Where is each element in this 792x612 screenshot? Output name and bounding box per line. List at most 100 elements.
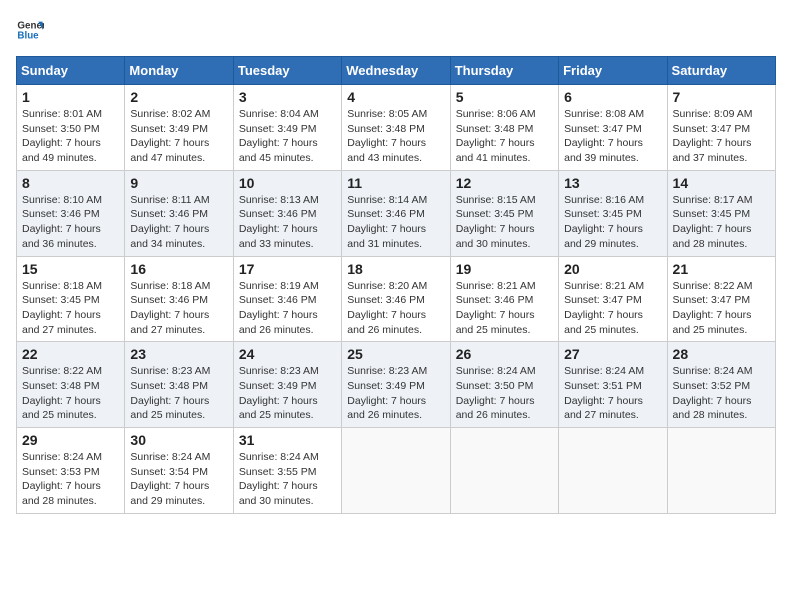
day-number: 26 [456, 346, 553, 362]
calendar-cell: 6 Sunrise: 8:08 AMSunset: 3:47 PMDaylight… [559, 85, 667, 171]
calendar-cell: 29Sunrise: 8:24 AMSunset: 3:53 PMDayligh… [17, 428, 125, 514]
day-info: Sunrise: 8:01 AMSunset: 3:50 PMDaylight:… [22, 107, 119, 166]
calendar-cell: 24 Sunrise: 8:23 AMSunset: 3:49 PMDayligh… [233, 342, 341, 428]
day-info: Sunrise: 8:06 AMSunset: 3:48 PMDaylight:… [456, 107, 553, 166]
calendar-cell: 30Sunrise: 8:24 AMSunset: 3:54 PMDayligh… [125, 428, 233, 514]
day-info: Sunrise: 8:02 AMSunset: 3:49 PMDaylight:… [130, 107, 227, 166]
day-number: 11 [347, 175, 444, 191]
calendar-table: SundayMondayTuesdayWednesdayThursdayFrid… [16, 56, 776, 514]
day-number: 6 [564, 89, 661, 105]
day-info: Sunrise: 8:05 AMSunset: 3:48 PMDaylight:… [347, 107, 444, 166]
day-info: Sunrise: 8:19 AMSunset: 3:46 PMDaylight:… [239, 279, 336, 338]
day-number: 23 [130, 346, 227, 362]
svg-text:Blue: Blue [17, 30, 39, 41]
calendar-cell: 4 Sunrise: 8:05 AMSunset: 3:48 PMDaylight… [342, 85, 450, 171]
day-info: Sunrise: 8:23 AMSunset: 3:49 PMDaylight:… [347, 364, 444, 423]
week-row-3: 15 Sunrise: 8:18 AMSunset: 3:45 PMDayligh… [17, 256, 776, 342]
calendar-header-monday: Monday [125, 57, 233, 85]
day-info: Sunrise: 8:18 AMSunset: 3:46 PMDaylight:… [130, 279, 227, 338]
calendar-header-friday: Friday [559, 57, 667, 85]
calendar-cell: 7Sunrise: 8:09 AMSunset: 3:47 PMDaylight… [667, 85, 775, 171]
logo-icon: General Blue [16, 16, 44, 44]
calendar-cell: 23 Sunrise: 8:23 AMSunset: 3:48 PMDayligh… [125, 342, 233, 428]
calendar-cell: 14 Sunrise: 8:17 AMSunset: 3:45 PMDayligh… [667, 170, 775, 256]
calendar-cell: 17 Sunrise: 8:19 AMSunset: 3:46 PMDayligh… [233, 256, 341, 342]
calendar-header-row: SundayMondayTuesdayWednesdayThursdayFrid… [17, 57, 776, 85]
calendar-cell: 16Sunrise: 8:18 AMSunset: 3:46 PMDayligh… [125, 256, 233, 342]
calendar-cell: 22Sunrise: 8:22 AMSunset: 3:48 PMDayligh… [17, 342, 125, 428]
day-number: 1 [22, 89, 119, 105]
logo: General Blue [16, 16, 44, 44]
day-info: Sunrise: 8:04 AMSunset: 3:49 PMDaylight:… [239, 107, 336, 166]
calendar-cell: 12 Sunrise: 8:15 AMSunset: 3:45 PMDayligh… [450, 170, 558, 256]
day-info: Sunrise: 8:24 AMSunset: 3:50 PMDaylight:… [456, 364, 553, 423]
day-number: 19 [456, 261, 553, 277]
day-number: 14 [673, 175, 770, 191]
day-info: Sunrise: 8:16 AMSunset: 3:45 PMDaylight:… [564, 193, 661, 252]
calendar-cell: 20 Sunrise: 8:21 AMSunset: 3:47 PMDayligh… [559, 256, 667, 342]
day-number: 24 [239, 346, 336, 362]
day-info: Sunrise: 8:24 AMSunset: 3:51 PMDaylight:… [564, 364, 661, 423]
calendar-cell: 2Sunrise: 8:02 AMSunset: 3:49 PMDaylight… [125, 85, 233, 171]
calendar-cell [667, 428, 775, 514]
day-info: Sunrise: 8:22 AMSunset: 3:47 PMDaylight:… [673, 279, 770, 338]
day-info: Sunrise: 8:24 AMSunset: 3:52 PMDaylight:… [673, 364, 770, 423]
week-row-4: 22Sunrise: 8:22 AMSunset: 3:48 PMDayligh… [17, 342, 776, 428]
day-number: 9 [130, 175, 227, 191]
day-info: Sunrise: 8:13 AMSunset: 3:46 PMDaylight:… [239, 193, 336, 252]
calendar-cell: 11 Sunrise: 8:14 AMSunset: 3:46 PMDayligh… [342, 170, 450, 256]
day-number: 30 [130, 432, 227, 448]
day-number: 13 [564, 175, 661, 191]
week-row-2: 8 Sunrise: 8:10 AMSunset: 3:46 PMDaylight… [17, 170, 776, 256]
calendar-cell: 25 Sunrise: 8:23 AMSunset: 3:49 PMDayligh… [342, 342, 450, 428]
calendar-cell [559, 428, 667, 514]
calendar-header-thursday: Thursday [450, 57, 558, 85]
calendar-header-saturday: Saturday [667, 57, 775, 85]
calendar-header-sunday: Sunday [17, 57, 125, 85]
day-number: 10 [239, 175, 336, 191]
calendar-header-wednesday: Wednesday [342, 57, 450, 85]
calendar-cell: 26 Sunrise: 8:24 AMSunset: 3:50 PMDayligh… [450, 342, 558, 428]
day-info: Sunrise: 8:09 AMSunset: 3:47 PMDaylight:… [673, 107, 770, 166]
calendar-header-tuesday: Tuesday [233, 57, 341, 85]
calendar-cell: 8 Sunrise: 8:10 AMSunset: 3:46 PMDaylight… [17, 170, 125, 256]
day-info: Sunrise: 8:22 AMSunset: 3:48 PMDaylight:… [22, 364, 119, 423]
day-number: 12 [456, 175, 553, 191]
day-info: Sunrise: 8:24 AMSunset: 3:55 PMDaylight:… [239, 450, 336, 509]
calendar-cell: 15 Sunrise: 8:18 AMSunset: 3:45 PMDayligh… [17, 256, 125, 342]
day-info: Sunrise: 8:18 AMSunset: 3:45 PMDaylight:… [22, 279, 119, 338]
day-info: Sunrise: 8:23 AMSunset: 3:48 PMDaylight:… [130, 364, 227, 423]
calendar-cell: 5Sunrise: 8:06 AMSunset: 3:48 PMDaylight… [450, 85, 558, 171]
day-info: Sunrise: 8:17 AMSunset: 3:45 PMDaylight:… [673, 193, 770, 252]
day-number: 25 [347, 346, 444, 362]
day-number: 31 [239, 432, 336, 448]
day-info: Sunrise: 8:21 AMSunset: 3:46 PMDaylight:… [456, 279, 553, 338]
day-number: 21 [673, 261, 770, 277]
calendar-cell: 18Sunrise: 8:20 AMSunset: 3:46 PMDayligh… [342, 256, 450, 342]
day-number: 20 [564, 261, 661, 277]
day-number: 27 [564, 346, 661, 362]
calendar-cell: 21 Sunrise: 8:22 AMSunset: 3:47 PMDayligh… [667, 256, 775, 342]
day-info: Sunrise: 8:08 AMSunset: 3:47 PMDaylight:… [564, 107, 661, 166]
calendar-cell [342, 428, 450, 514]
day-number: 15 [22, 261, 119, 277]
day-info: Sunrise: 8:11 AMSunset: 3:46 PMDaylight:… [130, 193, 227, 252]
day-number: 17 [239, 261, 336, 277]
page-header: General Blue [16, 16, 776, 44]
day-number: 3 [239, 89, 336, 105]
day-number: 4 [347, 89, 444, 105]
day-info: Sunrise: 8:21 AMSunset: 3:47 PMDaylight:… [564, 279, 661, 338]
day-info: Sunrise: 8:14 AMSunset: 3:46 PMDaylight:… [347, 193, 444, 252]
day-info: Sunrise: 8:10 AMSunset: 3:46 PMDaylight:… [22, 193, 119, 252]
day-number: 8 [22, 175, 119, 191]
day-info: Sunrise: 8:23 AMSunset: 3:49 PMDaylight:… [239, 364, 336, 423]
day-info: Sunrise: 8:15 AMSunset: 3:45 PMDaylight:… [456, 193, 553, 252]
calendar-body: 1 Sunrise: 8:01 AMSunset: 3:50 PMDaylight… [17, 85, 776, 514]
calendar-cell [450, 428, 558, 514]
week-row-1: 1 Sunrise: 8:01 AMSunset: 3:50 PMDaylight… [17, 85, 776, 171]
day-number: 28 [673, 346, 770, 362]
calendar-cell: 1 Sunrise: 8:01 AMSunset: 3:50 PMDaylight… [17, 85, 125, 171]
day-info: Sunrise: 8:20 AMSunset: 3:46 PMDaylight:… [347, 279, 444, 338]
calendar-cell: 31 Sunrise: 8:24 AMSunset: 3:55 PMDayligh… [233, 428, 341, 514]
week-row-5: 29Sunrise: 8:24 AMSunset: 3:53 PMDayligh… [17, 428, 776, 514]
